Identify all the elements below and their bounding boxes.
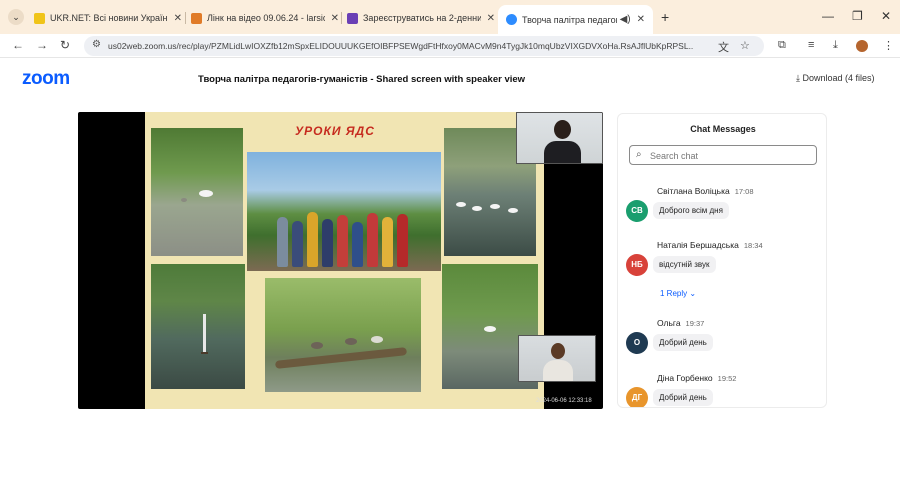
- swan-shape: [199, 190, 213, 197]
- child-figure: [307, 212, 318, 267]
- form-favicon-icon: [347, 12, 358, 24]
- heron-shape: [203, 314, 206, 354]
- photo-swans-path: [151, 128, 243, 256]
- cygnet-shape: [181, 198, 187, 202]
- child-figure: [352, 222, 363, 267]
- bird-shape: [484, 326, 496, 332]
- duck-shape: [371, 336, 383, 343]
- message-sender: Наталія Бершадська 18:34: [657, 240, 763, 250]
- tab-video-link[interactable]: Лінк на відео 09.06.24 - larsic ✕: [191, 8, 339, 28]
- bird-shape: [508, 208, 518, 213]
- site-info-icon[interactable]: ⚙: [92, 39, 101, 50]
- speaker-video-tile: [516, 112, 603, 164]
- translate-icon[interactable]: 文: [718, 39, 729, 55]
- avatar: О: [626, 332, 648, 354]
- slide-title: УРОКИ ЯДС: [295, 124, 375, 138]
- message-sender: Світлана Воліцька 17:08: [657, 186, 754, 196]
- speaker-head-shape: [554, 120, 571, 139]
- spreadsheet-favicon-icon: [191, 12, 202, 24]
- back-icon[interactable]: ←: [12, 38, 24, 52]
- child-figure: [382, 217, 393, 267]
- message-sender: Ольга 19:37: [657, 318, 705, 328]
- browser-menu-icon[interactable]: ⋮: [883, 39, 894, 52]
- browser-toolbar: ← → ↻ ⚙ us02web.zoom.us/rec/play/PZMLidL…: [0, 34, 900, 58]
- duck-shape: [311, 342, 323, 349]
- new-tab-button[interactable]: +: [661, 9, 669, 25]
- participant-video-tile: [518, 335, 596, 382]
- close-tab-icon[interactable]: ✕: [487, 13, 495, 24]
- tab-search-icon[interactable]: ⌄: [8, 9, 24, 25]
- profile-avatar[interactable]: [856, 40, 868, 52]
- video-timestamp: 2024-06-06 12:33:18: [536, 398, 592, 404]
- minimize-icon[interactable]: —: [822, 9, 834, 23]
- tab-ukrnet[interactable]: UKR.NET: Всі новини України, ✕: [34, 8, 182, 28]
- log-shape: [274, 347, 408, 369]
- child-figure: [277, 217, 288, 267]
- zoom-favicon-icon: [506, 14, 517, 25]
- message-bubble: відсутній звук: [653, 256, 716, 273]
- participant-head-shape: [551, 343, 565, 359]
- zoom-logo[interactable]: zoom: [22, 68, 70, 90]
- chat-search-input[interactable]: ⌕ Search chat: [629, 145, 817, 165]
- duck-shape: [345, 338, 357, 345]
- address-bar[interactable]: ⚙ us02web.zoom.us/rec/play/PZMLidLwIOXZf…: [84, 36, 764, 56]
- participant-body-shape: [543, 360, 573, 381]
- forward-icon[interactable]: →: [36, 38, 48, 52]
- avatar: СВ: [626, 200, 648, 222]
- maximize-icon[interactable]: ❐: [852, 9, 863, 23]
- avatar: ДГ: [626, 387, 648, 407]
- message-time: 18:34: [743, 241, 763, 250]
- message-time: 17:08: [734, 187, 754, 196]
- message-sender: Діна Горбенко 19:52: [657, 373, 737, 383]
- extensions-icon[interactable]: ⧉: [778, 39, 786, 52]
- download-button[interactable]: ⤓ Download (4 files): [796, 73, 875, 84]
- ukrnet-favicon-icon: [34, 12, 45, 24]
- message-bubble: Добрий день: [653, 334, 713, 351]
- close-tab-icon[interactable]: ✕: [637, 14, 645, 25]
- chat-title: Chat Messages: [690, 124, 756, 134]
- message-bubble: Добрий день: [653, 389, 713, 406]
- tab-divider: [341, 12, 342, 24]
- child-figure: [322, 219, 333, 267]
- child-figure: [367, 213, 378, 267]
- photo-ducks-log: [265, 278, 421, 392]
- child-figure: [292, 221, 303, 267]
- video-player[interactable]: УРОКИ ЯДС 2024-06-06 12:33:18: [78, 112, 603, 409]
- bird-shape: [472, 206, 482, 211]
- downloads-icon[interactable]: ⤓: [833, 39, 838, 52]
- shared-screen-slide: УРОКИ ЯДС: [145, 112, 544, 409]
- close-window-icon[interactable]: ✕: [881, 9, 891, 23]
- bird-shape: [456, 202, 466, 207]
- recording-title: Творча палітра педагогів-гуманістів - Sh…: [198, 74, 526, 85]
- chevron-down-icon: ⌄: [687, 289, 697, 298]
- photo-children-group: [247, 152, 441, 271]
- message-time: 19:37: [685, 319, 705, 328]
- tab-divider: [185, 12, 186, 24]
- zoom-header: zoom Творча палітра педагогів-гуманістів…: [0, 59, 900, 99]
- chat-search-placeholder: Search chat: [650, 151, 699, 161]
- bird-shape: [490, 204, 500, 209]
- chat-panel: Chat Messages ⌕ Search chat СВ Світлана …: [617, 113, 827, 408]
- tab-zoom-active[interactable]: Творча палітра педагогів- ◀) ✕: [498, 5, 653, 34]
- reply-thread-link[interactable]: 1 Reply ⌄: [660, 289, 696, 298]
- message-bubble: Доброго всім дня: [653, 202, 729, 219]
- speaker-body-shape: [544, 141, 581, 163]
- bookmark-star-icon[interactable]: ☆: [740, 39, 750, 52]
- perch-shape: [201, 352, 208, 354]
- photo-heron-pond: [151, 264, 245, 389]
- reload-icon[interactable]: ↻: [60, 38, 70, 52]
- close-tab-icon[interactable]: ✕: [174, 13, 182, 24]
- browser-tab-bar: ⌄ UKR.NET: Всі новини України, ✕ Лінк на…: [0, 0, 900, 34]
- close-tab-icon[interactable]: ✕: [331, 13, 339, 24]
- search-icon: ⌕: [636, 149, 642, 160]
- speaker-icon: ◀): [619, 14, 631, 25]
- tab-registration[interactable]: Зареєструватись на 2-денний ✕: [347, 8, 495, 28]
- child-figure: [337, 215, 348, 267]
- reading-list-icon[interactable]: ≡: [808, 39, 814, 51]
- message-time: 19:52: [717, 374, 737, 383]
- url-text[interactable]: us02web.zoom.us/rec/play/PZMLidLwIOXZfb1…: [108, 41, 693, 51]
- avatar: НБ: [626, 254, 648, 276]
- child-figure: [397, 214, 408, 267]
